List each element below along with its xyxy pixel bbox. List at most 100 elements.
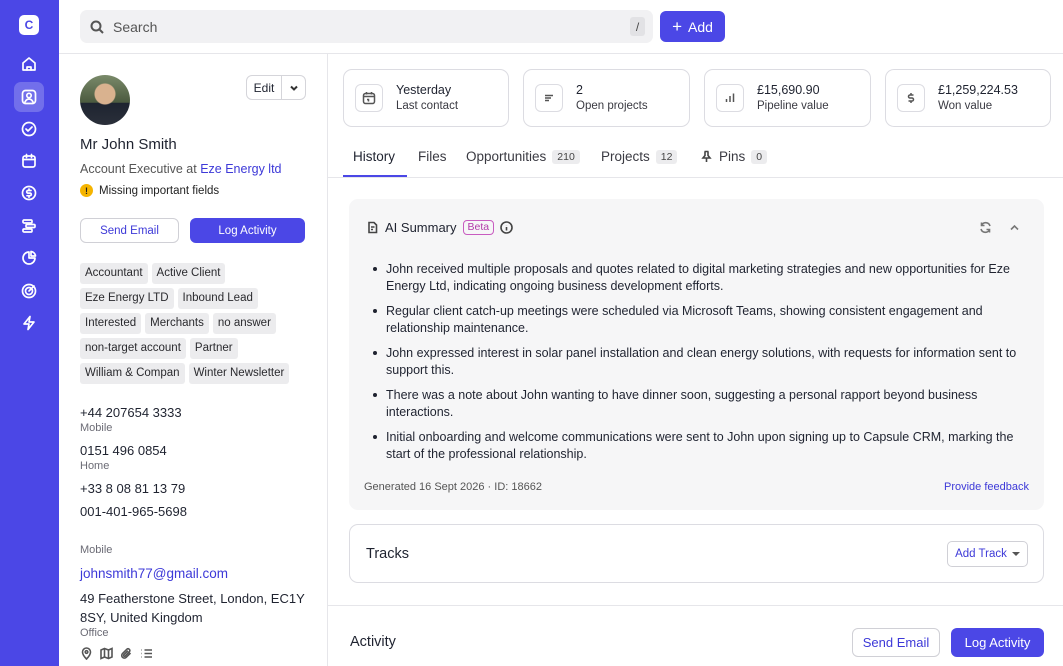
stat-label: Last contact: [396, 100, 459, 112]
address-actions: [80, 647, 153, 660]
workflow-icon: [23, 315, 35, 331]
phone-label: Home: [80, 460, 110, 472]
nav-tasks[interactable]: [14, 114, 44, 144]
avatar: [80, 75, 130, 125]
tag-chip[interactable]: no answer: [212, 313, 276, 334]
ai-summary-header: AI Summary Beta: [366, 220, 513, 235]
info-icon[interactable]: [500, 221, 513, 234]
tab-label: Opportunities: [466, 149, 547, 164]
phone-number[interactable]: 001-401-965-5698: [80, 504, 187, 519]
list-icon[interactable]: [140, 647, 153, 660]
add-track-label: Add Track: [955, 548, 1007, 560]
tab-pins[interactable]: Pins 0: [700, 149, 768, 164]
email-link[interactable]: johnsmith77@gmail.com: [80, 566, 228, 581]
tab-count-badge: 0: [751, 149, 768, 164]
edit-button-group: Edit: [246, 75, 306, 100]
missing-fields-warning[interactable]: ! Missing important fields: [80, 184, 219, 197]
provide-feedback-link[interactable]: Provide feedback: [944, 481, 1029, 493]
warning-icon: !: [80, 184, 93, 197]
nav-calendar[interactable]: [14, 146, 44, 176]
tab-label: Files: [418, 149, 447, 164]
activity-send-email-button[interactable]: Send Email: [852, 628, 940, 657]
nav-projects[interactable]: [14, 211, 44, 241]
bar-chart-icon: [725, 93, 735, 102]
search-bar[interactable]: Search /: [80, 10, 653, 43]
nav-contacts[interactable]: [14, 82, 44, 112]
tag-chip[interactable]: Merchants: [145, 313, 209, 334]
tracks-card: Tracks Add Track: [349, 524, 1044, 583]
tag-chip[interactable]: Eze Energy LTD: [80, 288, 174, 309]
attachment-icon[interactable]: [120, 647, 133, 660]
list-item: John received multiple proposals and quo…: [373, 261, 1033, 294]
tab-count-badge: 12: [655, 149, 678, 164]
phone-number[interactable]: +44 207654 3333: [80, 405, 182, 420]
refresh-button[interactable]: [979, 221, 993, 235]
nav-home[interactable]: [14, 49, 44, 79]
app-logo[interactable]: C: [19, 15, 39, 35]
tab-projects[interactable]: Projects 12: [601, 149, 678, 164]
stat-value: £1,259,224.53: [938, 83, 1018, 97]
tag-chip[interactable]: Winter Newsletter: [188, 363, 290, 384]
tag-chip[interactable]: non-target account: [80, 338, 186, 359]
reports-icon: [22, 250, 37, 265]
activity-log-activity-button[interactable]: Log Activity: [951, 628, 1044, 657]
nav-sales[interactable]: [14, 178, 44, 208]
tag-chip[interactable]: William & Compan: [80, 363, 185, 384]
panel-divider: [327, 54, 328, 666]
calendar-icon: [362, 92, 376, 105]
phone-number[interactable]: +33 8 08 81 13 79: [80, 481, 185, 496]
ai-document-icon: [368, 221, 378, 234]
nav-goals[interactable]: [14, 276, 44, 306]
list-item: There was a note about John wanting to h…: [373, 387, 1033, 420]
stat-won-value: £1,259,224.53 Won value: [885, 69, 1051, 127]
list-icon: [545, 94, 553, 102]
tab-history[interactable]: History: [353, 149, 395, 164]
tab-files[interactable]: Files: [418, 149, 447, 164]
ai-summary-meta: Generated 16 Sept 2026 · ID: 18662: [364, 481, 542, 493]
log-activity-button[interactable]: Log Activity: [190, 218, 305, 243]
edit-menu-button[interactable]: [282, 76, 305, 99]
list-item: John expressed interest in solar panel i…: [373, 345, 1033, 378]
ai-summary-title: AI Summary: [385, 220, 457, 235]
stat-label: Open projects: [576, 100, 648, 112]
phone-number[interactable]: 0151 496 0854: [80, 443, 167, 458]
stat-value: Yesterday: [396, 83, 452, 97]
tag-chip[interactable]: Accountant: [80, 263, 148, 284]
tag-chip[interactable]: Inbound Lead: [177, 288, 258, 309]
edit-button[interactable]: Edit: [247, 76, 282, 99]
nav-rail: C: [0, 0, 59, 666]
beta-badge: Beta: [462, 220, 495, 235]
tab-opportunities[interactable]: Opportunities 210: [466, 149, 580, 164]
warning-text: Missing important fields: [99, 184, 220, 197]
stat-label: Pipeline value: [757, 100, 829, 112]
nav-reports[interactable]: [14, 243, 44, 273]
company-link[interactable]: Eze Energy ltd: [200, 162, 281, 176]
add-button[interactable]: + Add: [660, 11, 725, 42]
tracks-title: Tracks: [366, 546, 409, 562]
home-icon: [22, 57, 36, 71]
tab-label: Projects: [601, 149, 650, 164]
tag-chip[interactable]: Partner: [189, 338, 238, 359]
tag-chip[interactable]: Interested: [80, 313, 142, 334]
plus-icon: +: [672, 17, 682, 36]
stat-icon-box: [355, 84, 383, 112]
stat-pipeline-value: £15,690.90 Pipeline value: [704, 69, 871, 127]
email-label: Mobile: [80, 544, 113, 556]
calendar-icon: [22, 153, 36, 168]
caret-down-icon: [1011, 552, 1020, 556]
nav-workflow[interactable]: [14, 308, 44, 338]
goals-icon: [21, 283, 37, 299]
section-divider: [328, 605, 1063, 606]
send-email-button[interactable]: Send Email: [80, 218, 179, 243]
activity-title: Activity: [350, 634, 396, 650]
contact-role: Account Executive at Eze Energy ltd: [80, 162, 282, 176]
map-icon[interactable]: [100, 647, 113, 660]
stat-icon-box: [716, 84, 744, 112]
dollar-icon: [907, 93, 915, 103]
collapse-button[interactable]: [1008, 221, 1022, 235]
search-input[interactable]: Search: [113, 19, 157, 35]
add-track-button[interactable]: Add Track: [947, 541, 1028, 567]
tag-chip[interactable]: Active Client: [151, 263, 226, 284]
search-icon: [90, 20, 104, 34]
location-pin-icon[interactable]: [80, 647, 93, 660]
